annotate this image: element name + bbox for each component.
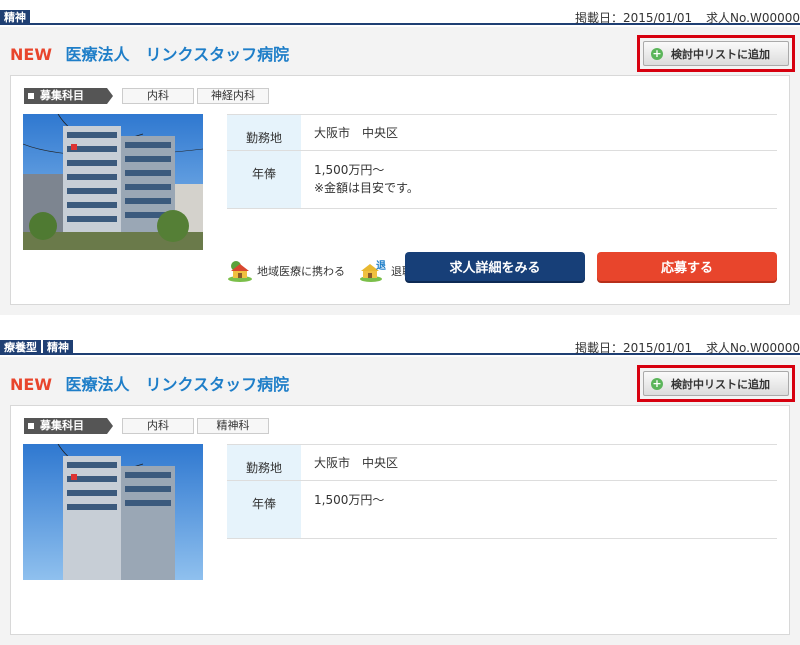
department-tag: 内科 bbox=[122, 418, 194, 434]
salary-key: 年俸 bbox=[227, 151, 301, 208]
job-info-table: 勤務地 大阪市 中央区 年俸 1,500万円～ bbox=[227, 444, 777, 539]
department-tag: 神経内科 bbox=[197, 88, 269, 104]
hospital-photo bbox=[23, 114, 203, 250]
info-row-salary: 年俸 1,500万円～ ※金額は目安です。 bbox=[227, 151, 777, 209]
department-label: 募集科目 bbox=[24, 418, 113, 434]
info-row-location: 勤務地 大阪市 中央区 bbox=[227, 445, 777, 481]
posted-date: 掲載日：2015/01/01 bbox=[575, 11, 693, 25]
listing-card: NEW 医療法人 リンクスタッフ病院 + 検討中リストに追加 募集科目 内科 神… bbox=[0, 27, 800, 315]
category-badge: 精神 bbox=[0, 10, 30, 25]
listing-title: NEW 医療法人 リンクスタッフ病院 bbox=[10, 41, 289, 65]
plus-icon: + bbox=[651, 376, 663, 390]
location-key: 勤務地 bbox=[227, 115, 301, 150]
job-number: 求人No.W00000 bbox=[706, 341, 800, 355]
listing-card: NEW 医療法人 リンクスタッフ病院 + 検討中リストに追加 募集科目 内科 精… bbox=[0, 357, 800, 645]
job-detail-button[interactable]: 求人詳細をみる bbox=[405, 252, 585, 281]
listing-meta: 掲載日：2015/01/01 求人No.W00000 bbox=[575, 339, 800, 356]
location-value: 大阪市 中央区 bbox=[314, 456, 399, 470]
plus-icon: + bbox=[651, 46, 663, 60]
add-list-highlight: + 検討中リストに追加 bbox=[637, 365, 795, 402]
category-badges: 精神 bbox=[0, 10, 30, 25]
department-row: 募集科目 内科 神経内科 bbox=[24, 88, 269, 104]
new-label: NEW bbox=[10, 375, 52, 394]
add-to-list-button[interactable]: + 検討中リストに追加 bbox=[643, 41, 789, 66]
location-value: 大阪市 中央区 bbox=[314, 126, 399, 140]
salary-value: 1,500万円～ ※金額は目安です。 bbox=[301, 151, 777, 208]
department-row: 募集科目 内科 精神科 bbox=[24, 418, 269, 434]
location-key: 勤務地 bbox=[227, 445, 301, 480]
salary-note: ※金額は目安です。 bbox=[314, 181, 419, 195]
add-list-highlight: + 検討中リストに追加 bbox=[637, 35, 795, 72]
listing-header: 精神 掲載日：2015/01/01 求人No.W00000 bbox=[0, 0, 800, 25]
add-to-list-label: 検討中リストに追加 bbox=[671, 47, 770, 61]
feature-item: 地域医療に携わる bbox=[227, 260, 345, 282]
category-badge: 精神 bbox=[43, 340, 73, 355]
add-to-list-label: 検討中リストに追加 bbox=[671, 377, 770, 391]
category-badge: 療養型 bbox=[0, 340, 41, 355]
salary-amount: 1,500万円～ bbox=[314, 493, 385, 507]
salary-amount: 1,500万円～ bbox=[314, 163, 385, 177]
info-row-location: 勤務地 大阪市 中央区 bbox=[227, 115, 777, 151]
job-number: 求人No.W00000 bbox=[706, 11, 800, 25]
department-label: 募集科目 bbox=[24, 88, 113, 104]
listing-header: 療養型 精神 掲載日：2015/01/01 求人No.W00000 bbox=[0, 330, 800, 355]
salary-value: 1,500万円～ bbox=[301, 481, 777, 538]
job-info-table: 勤務地 大阪市 中央区 年俸 1,500万円～ ※金額は目安です。 bbox=[227, 114, 777, 209]
department-tag: 内科 bbox=[122, 88, 194, 104]
new-label: NEW bbox=[10, 45, 52, 64]
listing-title: NEW 医療法人 リンクスタッフ病院 bbox=[10, 371, 289, 395]
hospital-photo bbox=[23, 444, 203, 580]
community-house-icon bbox=[228, 261, 252, 282]
apply-button[interactable]: 応募する bbox=[597, 252, 777, 281]
department-tag: 精神科 bbox=[197, 418, 269, 434]
posted-date: 掲載日：2015/01/01 bbox=[575, 341, 693, 355]
hospital-name-link[interactable]: 医療法人 リンクスタッフ病院 bbox=[66, 375, 290, 394]
category-badges: 療養型 精神 bbox=[0, 340, 73, 355]
listing-body: 募集科目 内科 精神科 勤務地 大阪市 中央区 年俸 1,500万円～ bbox=[10, 405, 790, 635]
listing-meta: 掲載日：2015/01/01 求人No.W00000 bbox=[575, 9, 800, 26]
info-row-salary: 年俸 1,500万円～ bbox=[227, 481, 777, 539]
retirement-house-icon: 退 bbox=[360, 260, 386, 282]
salary-key: 年俸 bbox=[227, 481, 301, 538]
svg-text:退: 退 bbox=[376, 260, 386, 272]
hospital-name-link[interactable]: 医療法人 リンクスタッフ病院 bbox=[66, 45, 290, 64]
feature-label: 地域医療に携わる bbox=[257, 265, 345, 278]
add-to-list-button[interactable]: + 検討中リストに追加 bbox=[643, 371, 789, 396]
